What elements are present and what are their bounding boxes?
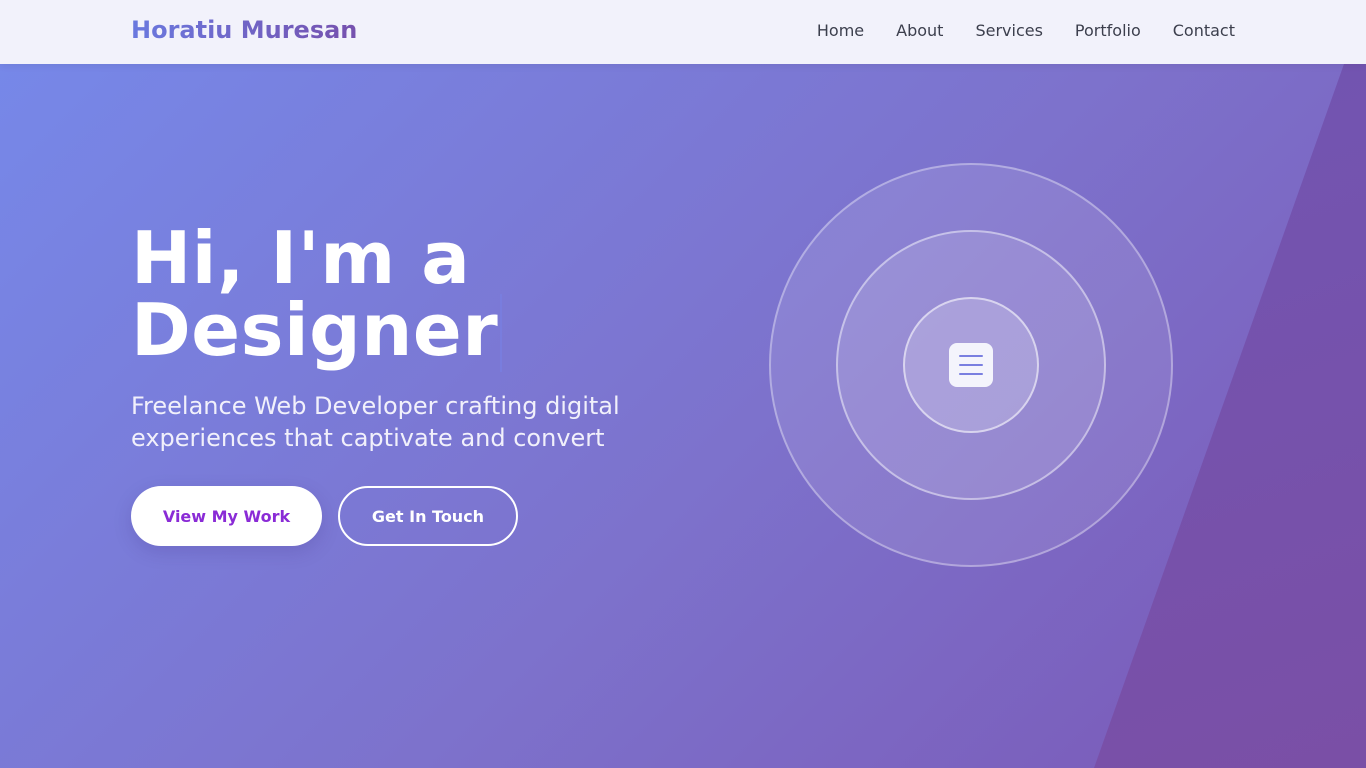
nav-portfolio[interactable]: Portfolio [1075,21,1141,40]
document-icon [949,343,993,387]
nav-home[interactable]: Home [817,21,864,40]
typing-cursor [500,294,503,372]
nav-services[interactable]: Services [975,21,1042,40]
get-in-touch-button[interactable]: Get In Touch [338,486,518,546]
hero-title-line-1: Hi, I'm a [131,216,471,300]
nav-about[interactable]: About [896,21,943,40]
nav-contact[interactable]: Contact [1173,21,1235,40]
site-header: Horatiu Muresan Home About Services Port… [0,0,1366,64]
hero-subtitle: Freelance Web Developer crafting digital… [131,392,620,452]
main-nav: Home About Services Portfolio Contact [817,21,1235,40]
hero-title-line-2: Designer [131,294,503,372]
typed-word: Designer [131,288,499,372]
view-my-work-button[interactable]: View My Work [131,486,322,546]
brand-logo[interactable]: Horatiu Muresan [131,16,357,44]
hero-title: Hi, I'm a Designer [131,216,503,372]
